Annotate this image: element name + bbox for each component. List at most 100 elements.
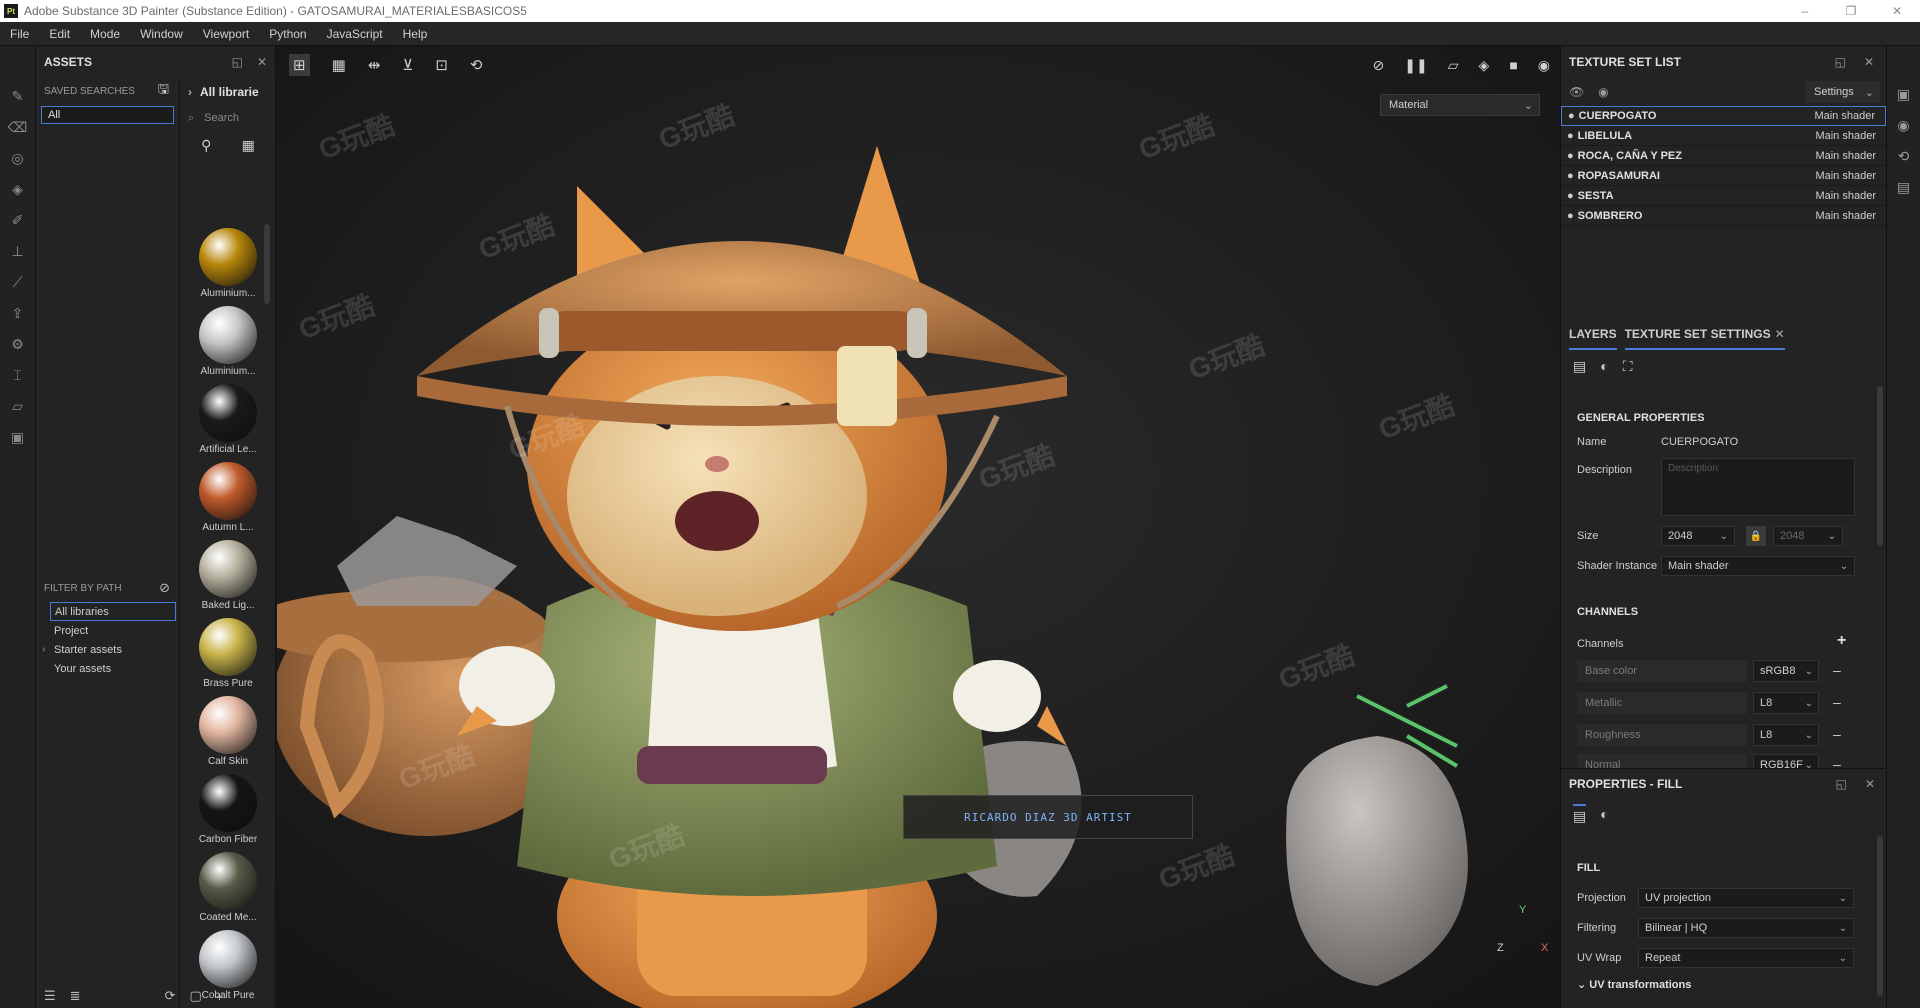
comment-icon[interactable]: ▣ [1897, 86, 1910, 103]
close-panel-icon[interactable]: ✕ [1865, 777, 1875, 791]
menu-help[interactable]: Help [393, 27, 438, 41]
polygon-fill-icon[interactable]: ▱ [8, 396, 28, 416]
name-value[interactable]: CUERPOGATO [1661, 436, 1738, 448]
texture-set-row[interactable]: ● SOMBRERO Main shader [1561, 206, 1886, 226]
single-view-icon[interactable]: ⊞ [289, 54, 310, 76]
eye-off-icon[interactable]: ⊘ [159, 580, 170, 596]
add-channel-button[interactable]: + [1837, 632, 1846, 650]
geometry-mask-icon[interactable]: ◈ [8, 179, 28, 199]
asset-thumbnail[interactable]: Artificial Le... [180, 380, 276, 458]
eye-icon[interactable]: ● [1567, 190, 1574, 202]
list-view-icon[interactable]: ☰ [44, 988, 56, 1004]
shader-instance-select[interactable]: Main shader ⌄ [1661, 556, 1855, 576]
asset-thumbnail[interactable]: Calf Skin [180, 692, 276, 770]
asset-thumbnail[interactable]: Brass Pure [180, 614, 276, 692]
filtering-select[interactable]: Bilinear | HQ ⌄ [1638, 918, 1854, 938]
settings-scrollbar[interactable] [1877, 386, 1883, 546]
menu-javascript[interactable]: JavaScript [317, 27, 393, 41]
menu-viewport[interactable]: Viewport [193, 27, 259, 41]
paint-brush-icon[interactable]: ✎ [8, 86, 28, 106]
asset-thumbnail[interactable]: Aluminium... [180, 302, 276, 380]
eye-icon[interactable]: ◉ [1598, 85, 1608, 99]
export-icon[interactable]: ⇪ [8, 303, 28, 323]
channel-row[interactable]: Roughness L8 ⌄ – [1577, 724, 1857, 746]
asset-thumbnail[interactable]: Carbon Fiber [180, 770, 276, 848]
asset-thumbnail[interactable]: Coated Me... [180, 848, 276, 926]
eraser-icon[interactable]: ⌫ [8, 117, 28, 137]
texture-set-row[interactable]: ● SESTA Main shader [1561, 186, 1886, 206]
maximize-button[interactable]: ❐ [1828, 0, 1874, 22]
chevron-right-icon[interactable]: › [42, 644, 45, 655]
measure-icon[interactable]: ⌶ [8, 365, 28, 385]
texture-set-row[interactable]: ● LIBELULA Main shader [1561, 126, 1886, 146]
remove-channel-icon[interactable]: – [1833, 694, 1841, 710]
fill-scrollbar[interactable] [1877, 836, 1883, 996]
asset-thumbnail[interactable]: Autumn L... [180, 458, 276, 536]
eye-icon[interactable]: ● [1567, 210, 1574, 222]
frame-selection-icon[interactable]: ⊡ [435, 56, 448, 74]
description-textarea[interactable]: Description [1661, 458, 1855, 516]
viewport-3d[interactable]: G玩酷 G玩酷 G玩酷 G玩酷 G玩酷 G玩酷 G玩酷 G玩酷 G玩酷 G玩酷 … [277, 46, 1560, 1008]
environment-icon[interactable]: ◈ [1479, 57, 1490, 74]
asset-scrollbar[interactable] [264, 224, 270, 304]
path-item-your-assets[interactable]: Your assets [36, 659, 180, 678]
channel-row[interactable]: Metallic L8 ⌄ – [1577, 692, 1857, 714]
breadcrumb[interactable]: › All librarie [180, 78, 276, 106]
texture-set-row[interactable]: ● ROPASAMURAI Main shader [1561, 166, 1886, 186]
remove-channel-icon[interactable]: – [1833, 662, 1841, 678]
close-tab-icon[interactable]: ✕ [1775, 327, 1785, 341]
camera-icon[interactable]: ▣ [8, 427, 28, 447]
filter-icon[interactable]: ⚲ [201, 137, 211, 154]
menu-window[interactable]: Window [130, 27, 193, 41]
tab-layers[interactable]: LAYERS [1569, 318, 1617, 350]
texture-set-row[interactable]: ● CUERPOGATO Main shader [1561, 106, 1886, 126]
asset-thumbnail[interactable]: Baked Lig... [180, 536, 276, 614]
asset-search[interactable]: ⌕ Search [180, 106, 276, 130]
history-icon[interactable]: ⟲ [1898, 148, 1910, 165]
screenshot-icon[interactable]: ◉ [1538, 57, 1550, 74]
remove-channel-icon[interactable]: – [1833, 726, 1841, 742]
lock-icon[interactable]: 🔒 [1746, 526, 1766, 546]
settings-icon[interactable]: ▤ [1573, 358, 1586, 375]
visibility-toggle-icon[interactable]: 👁 [1569, 85, 1584, 99]
new-file-icon[interactable]: ▢ [189, 988, 201, 1004]
asset-thumbnail[interactable]: Aluminium... [180, 224, 276, 302]
uv-icon[interactable]: ⛶ [1623, 358, 1633, 375]
menu-mode[interactable]: Mode [80, 27, 130, 41]
menu-edit[interactable]: Edit [39, 27, 80, 41]
size-select[interactable]: 2048 ⌄ [1661, 526, 1735, 546]
bake-icon[interactable]: ⚙ [8, 334, 28, 354]
path-item-starter-assets[interactable]: › Starter assets [36, 640, 180, 659]
eye-icon[interactable]: ● [1568, 110, 1575, 122]
projection-select[interactable]: UV projection ⌄ [1638, 888, 1854, 908]
search-input[interactable]: Search [204, 112, 239, 124]
pause-icon[interactable]: ❚❚ [1404, 57, 1427, 74]
symmetry-icon[interactable]: ⊻ [402, 56, 413, 74]
channel-row[interactable]: Base color sRGB8 ⌄ – [1577, 660, 1857, 682]
channel-format-select[interactable]: L8 ⌄ [1753, 724, 1819, 746]
float-panel-icon[interactable]: ◱ [232, 55, 243, 69]
remove-channel-icon[interactable]: – [1833, 756, 1841, 768]
material-icon[interactable]: ◐ [1600, 806, 1608, 822]
display-mode-select[interactable]: Material ⌄ [1380, 94, 1540, 116]
saved-search-input[interactable]: All [41, 106, 174, 124]
menu-file[interactable]: File [0, 27, 39, 41]
shader-icon[interactable]: ◉ [1897, 117, 1909, 134]
channel-format-select[interactable]: sRGB8 ⌄ [1753, 660, 1819, 682]
channel-row[interactable]: Normal RGB16F ⌄ – [1577, 754, 1857, 768]
path-item-all-libraries[interactable]: All libraries [50, 602, 176, 621]
eye-icon[interactable]: ● [1567, 170, 1574, 182]
texture-set-row[interactable]: ● ROCA, CAÑA Y PEZ Main shader [1561, 146, 1886, 166]
float-panel-icon[interactable]: ◱ [1836, 777, 1847, 791]
float-panel-icon[interactable]: ◱ [1835, 55, 1846, 69]
projection-icon[interactable]: ◎ [8, 148, 28, 168]
grid-view-icon[interactable]: ▦ [332, 56, 346, 74]
fill-settings-icon[interactable]: ▤ [1573, 803, 1587, 825]
mirror-x-icon[interactable]: ⇹ [368, 56, 381, 74]
menu-python[interactable]: Python [259, 27, 316, 41]
settings-dropdown[interactable]: Settings ⌄ [1806, 81, 1880, 103]
save-icon[interactable]: 🖫 [158, 80, 169, 102]
close-button[interactable]: ✕ [1874, 0, 1920, 22]
path-item-project[interactable]: Project [36, 621, 180, 640]
eye-icon[interactable]: ● [1567, 130, 1574, 142]
